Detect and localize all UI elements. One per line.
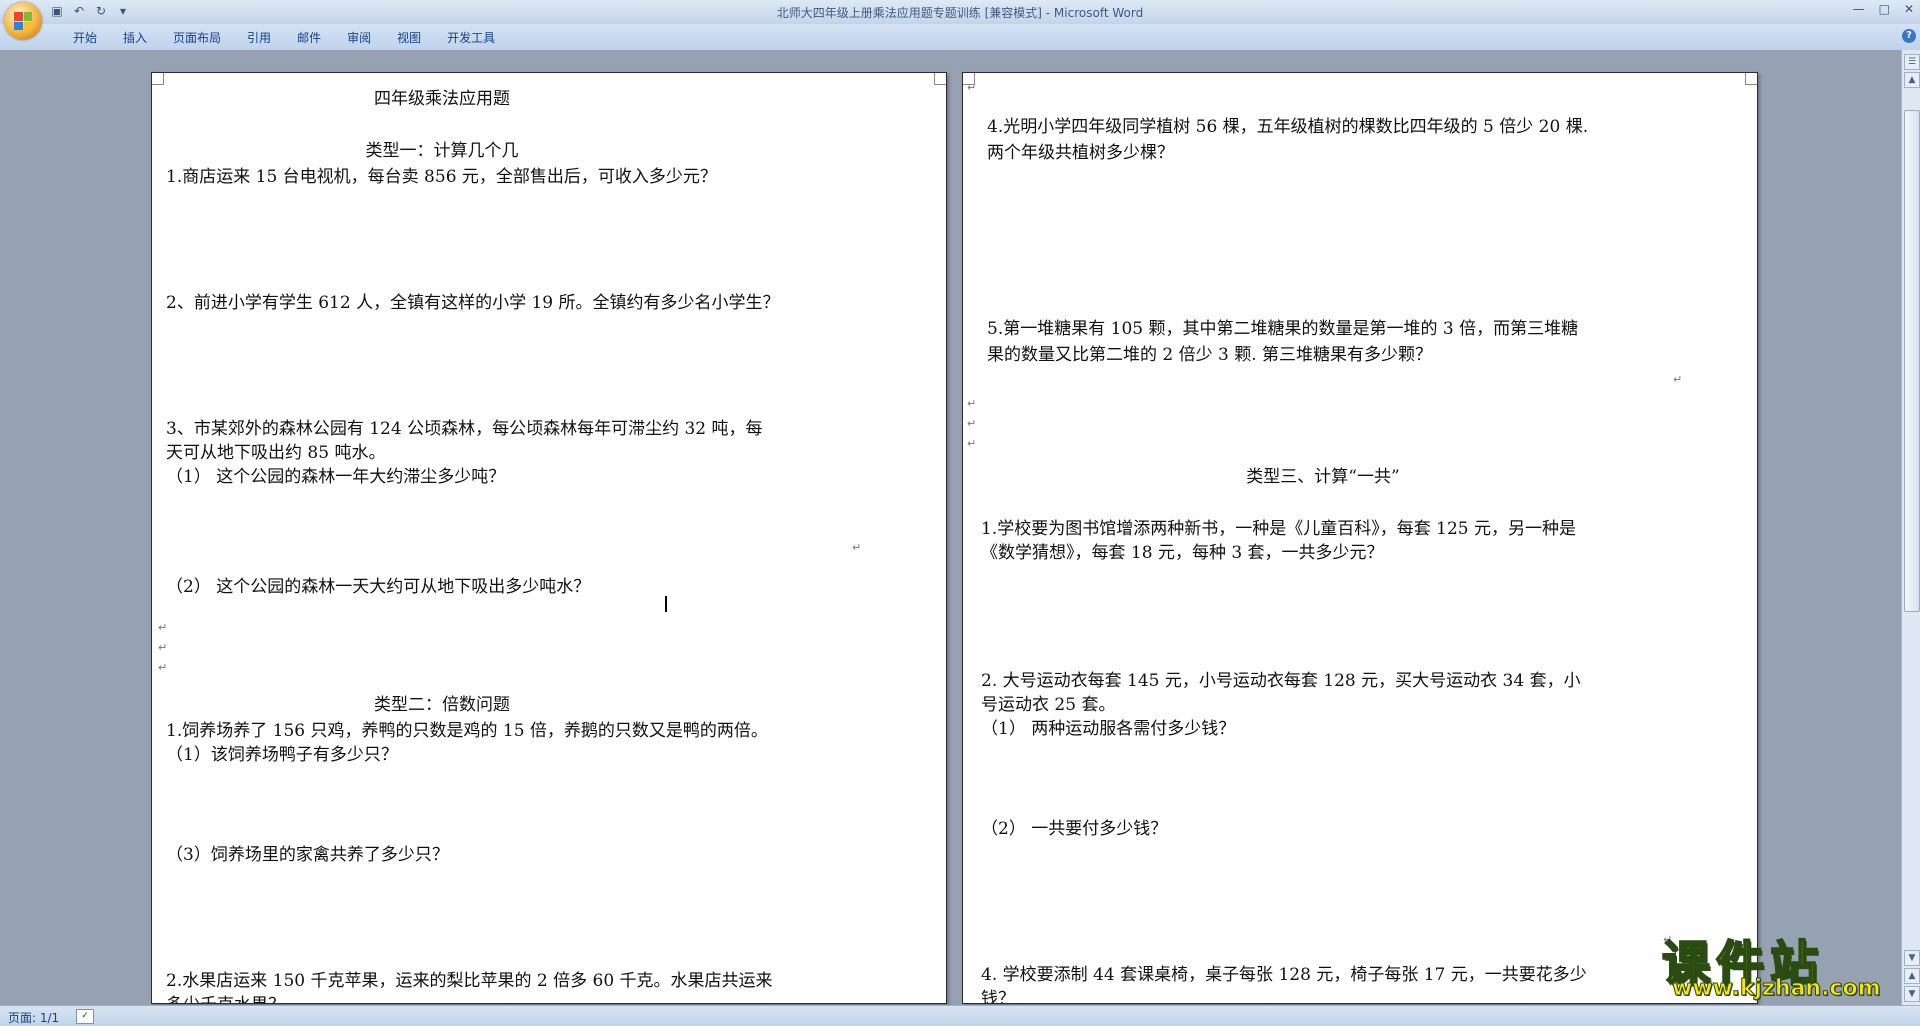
watermark-logo: 课件站 www.kjzhan.com (1661, 924, 1902, 1002)
margin-corner-mark (963, 73, 975, 85)
section-heading-2: 类型二：倍数问题 (374, 695, 510, 715)
question-5-line-1: 2.水果店运来 150 千克苹果，运来的梨比苹果的 2 倍多 60 千克。水果店… (166, 971, 773, 991)
tab-view[interactable]: 视图 (384, 30, 434, 46)
paragraph-mark: ↵ (158, 661, 168, 674)
scroll-down-icon[interactable]: ▼ (1904, 950, 1920, 966)
question-r4-line-2: 两个年级共植树多少棵？ (987, 143, 1174, 163)
scroll-thumb[interactable] (1904, 110, 1920, 612)
section-heading-3: 类型三、计算“一共” (1246, 467, 1400, 487)
maximize-icon[interactable]: □ (1879, 2, 1890, 16)
tab-references[interactable]: 引用 (234, 30, 284, 46)
window-controls: — □ ✕ (1853, 2, 1914, 16)
paragraph-mark: ↵ (967, 417, 977, 430)
question-3-line-2: 天可从地下吸出约 85 吨水。 (166, 443, 386, 463)
question-3-line-1: 3、市某郊外的森林公园有 124 公顷森林，每公顷森林每年可滞尘约 32 吨，每 (166, 419, 763, 439)
document-title: 四年级乘法应用题 (374, 89, 510, 109)
ribbon-tabs: 开始 插入 页面布局 引用 邮件 审阅 视图 开发工具 (60, 30, 508, 46)
next-page-icon[interactable]: ▼ (1904, 986, 1920, 1002)
question-r7-sub-2: （2） 一共要付多少钱？ (981, 819, 1168, 839)
question-r6-line-2: 《数学猜想》，每套 18 元，每种 3 套，一共多少元？ (981, 543, 1384, 563)
window-title: 北师大四年级上册乘法应用题专题训练 [兼容模式] - Microsoft Wor… (776, 6, 1144, 20)
question-r6-line-1: 1.学校要为图书馆增添两种新书，一种是《儿童百科》，每套 125 元，另一种是 (981, 519, 1576, 539)
close-icon[interactable]: ✕ (1904, 2, 1914, 16)
minimize-icon[interactable]: — (1853, 2, 1865, 16)
document-background (0, 50, 1902, 72)
section-heading-1: 类型一：计算几个几 (365, 141, 519, 161)
tab-insert[interactable]: 插入 (110, 30, 160, 46)
tab-mailings[interactable]: 邮件 (284, 30, 334, 46)
previous-page-icon[interactable]: ▲ (1904, 968, 1920, 984)
question-r5-line-1: 5.第一堆糖果有 105 颗，其中第二堆糖果的数量是第一堆的 3 倍，而第三堆糖 (987, 319, 1579, 339)
paragraph-mark: ↵ (852, 541, 862, 554)
paragraph-mark: ↵ (967, 397, 977, 410)
tab-page-layout[interactable]: 页面布局 (160, 30, 234, 46)
tab-review[interactable]: 审阅 (334, 30, 384, 46)
office-button[interactable] (4, 2, 42, 40)
tab-developer[interactable]: 开发工具 (434, 30, 508, 46)
paragraph-mark: ↵ (158, 621, 168, 634)
question-4: 1.饲养场养了 156 只鸡，养鸭的只数是鸡的 15 倍，养鹅的只数又是鸭的两倍… (166, 721, 768, 741)
help-icon[interactable]: ? (1902, 29, 1916, 43)
question-r8-line-1: 4. 学校要添制 44 套课桌椅，桌子每张 128 元，椅子每张 17 元，一共… (981, 965, 1587, 985)
margin-corner-mark (152, 73, 164, 85)
vertical-scrollbar[interactable]: ☰ ▲ ▼ ▲ ▼ (1901, 50, 1920, 1005)
question-2: 2、前进小学有学生 612 人，全镇有这样的小学 19 所。全镇约有多少名小学生… (166, 293, 780, 313)
question-r7-line-2: 号运动衣 25 套。 (981, 695, 1116, 715)
document-page-left[interactable]: 四年级乘法应用题 类型一：计算几个几 1.商店运来 15 台电视机，每台卖 85… (151, 72, 947, 1004)
question-r5-line-2: 果的数量又比第二堆的 2 倍少 3 颗. 第三堆糖果有多少颗？ (987, 345, 1433, 365)
question-r4-line-1: 4.光明小学四年级同学植树 56 棵，五年级植树的棵数比四年级的 5 倍少 20… (987, 117, 1589, 137)
tab-home[interactable]: 开始 (60, 30, 110, 46)
question-3-sub-2: （2） 这个公园的森林一天大约可从地下吸出多少吨水？ (166, 577, 591, 597)
paragraph-mark: ↵ (1673, 373, 1683, 386)
watermark-url: www.kjzhan.com (1672, 976, 1882, 1002)
question-4-sub-1: （1）该饲养场鸭子有多少只？ (166, 745, 398, 765)
text-cursor (665, 596, 667, 612)
margin-corner-mark (1745, 73, 1757, 85)
question-r8-line-2: 钱？ (981, 989, 1015, 1004)
proofing-icon[interactable]: ✓ (76, 1009, 94, 1024)
ruler-toggle-icon[interactable]: ☰ (1904, 54, 1920, 70)
title-bar: ▣ ↶ ↻ ▾ 北师大四年级上册乘法应用题专题训练 [兼容模式] - Micro… (0, 0, 1920, 24)
question-r7-line-1: 2. 大号运动衣每套 145 元，小号运动衣每套 128 元，买大号运动衣 34… (981, 671, 1581, 691)
question-r7-sub-1: （1） 两种运动服各需付多少钱？ (981, 719, 1236, 739)
paragraph-mark: ↵ (158, 641, 168, 654)
document-page-right[interactable]: ↵ 4.光明小学四年级同学植树 56 棵，五年级植树的棵数比四年级的 5 倍少 … (962, 72, 1758, 1004)
question-5-line-2: 多少千克水果？ (166, 993, 285, 1003)
paragraph-mark: ↵ (967, 437, 977, 450)
margin-corner-mark (934, 73, 946, 85)
scroll-up-icon[interactable]: ▲ (1904, 72, 1920, 88)
office-logo-icon (14, 12, 32, 30)
page-count[interactable]: 页面: 1/1 (8, 1009, 59, 1026)
question-1: 1.商店运来 15 台电视机，每台卖 856 元，全部售出后，可收入多少元？ (166, 167, 717, 187)
question-4-sub-3: （3）饲养场里的家禽共养了多少只？ (166, 845, 449, 865)
question-3-sub-1: （1） 这个公园的森林一年大约滞尘多少吨？ (166, 467, 506, 487)
ribbon-tab-bar: 开始 插入 页面布局 引用 邮件 审阅 视图 开发工具 ? (0, 24, 1920, 51)
status-bar: 页面: 1/1 ✓ (0, 1005, 1920, 1026)
